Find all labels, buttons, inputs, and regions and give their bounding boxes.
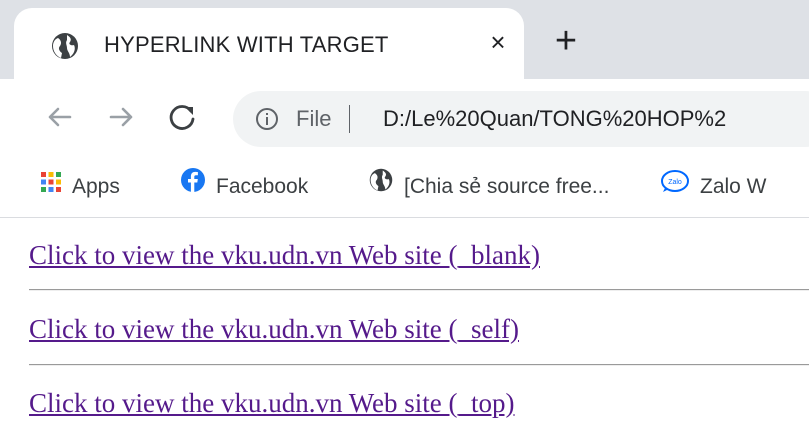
- globe-icon: [50, 31, 80, 61]
- link-top[interactable]: Click to view the vku.udn.vn Web site (_…: [29, 388, 515, 419]
- bookmark-label: Apps: [72, 175, 120, 198]
- horizontal-rule: [29, 364, 809, 366]
- zalo-icon: Zalo: [660, 167, 690, 207]
- browser-toolbar: File D:/Le%20Quan/TONG%20HOP%2: [0, 79, 809, 159]
- url-text[interactable]: D:/Le%20Quan/TONG%20HOP%2: [383, 102, 726, 136]
- bookmark-label: Zalo W: [700, 175, 767, 198]
- horizontal-rule: [29, 289, 809, 291]
- globe-icon: [368, 167, 394, 207]
- bookmarks-bar: Apps Facebook [Chia sẻ source free... Za…: [0, 159, 809, 218]
- back-arrow-icon[interactable]: [40, 97, 80, 137]
- bookmark-label: Facebook: [216, 175, 309, 198]
- new-tab-button[interactable]: +: [548, 22, 584, 60]
- info-icon[interactable]: [255, 107, 279, 131]
- bookmark-chia-se-source[interactable]: [Chia sẻ source free...: [368, 167, 609, 207]
- facebook-icon: [180, 167, 206, 207]
- scheme-label: File: [296, 106, 332, 131]
- tab-hyperlink-with-target[interactable]: HYPERLINK WITH TARGET ×: [14, 8, 524, 79]
- link-self[interactable]: Click to view the vku.udn.vn Web site (_…: [29, 314, 519, 345]
- forward-arrow-icon[interactable]: [101, 97, 141, 137]
- tab-title: HYPERLINK WITH TARGET: [104, 32, 389, 57]
- bookmark-apps[interactable]: Apps: [40, 167, 120, 207]
- link-blank[interactable]: Click to view the vku.udn.vn Web site (_…: [29, 240, 540, 271]
- address-separator: [349, 105, 350, 133]
- bookmark-zalo[interactable]: Zalo Zalo W: [660, 167, 767, 207]
- bookmark-label: [Chia sẻ source free...: [404, 175, 610, 198]
- bookmark-facebook[interactable]: Facebook: [180, 167, 308, 207]
- reload-icon[interactable]: [163, 97, 203, 137]
- apps-grid-icon: [40, 167, 62, 207]
- svg-text:Zalo: Zalo: [668, 179, 682, 186]
- address-bar[interactable]: File D:/Le%20Quan/TONG%20HOP%2: [233, 91, 809, 147]
- page-content: Click to view the vku.udn.vn Web site (_…: [0, 218, 809, 423]
- close-tab-icon[interactable]: ×: [481, 25, 515, 59]
- tab-strip: HYPERLINK WITH TARGET × +: [0, 0, 809, 79]
